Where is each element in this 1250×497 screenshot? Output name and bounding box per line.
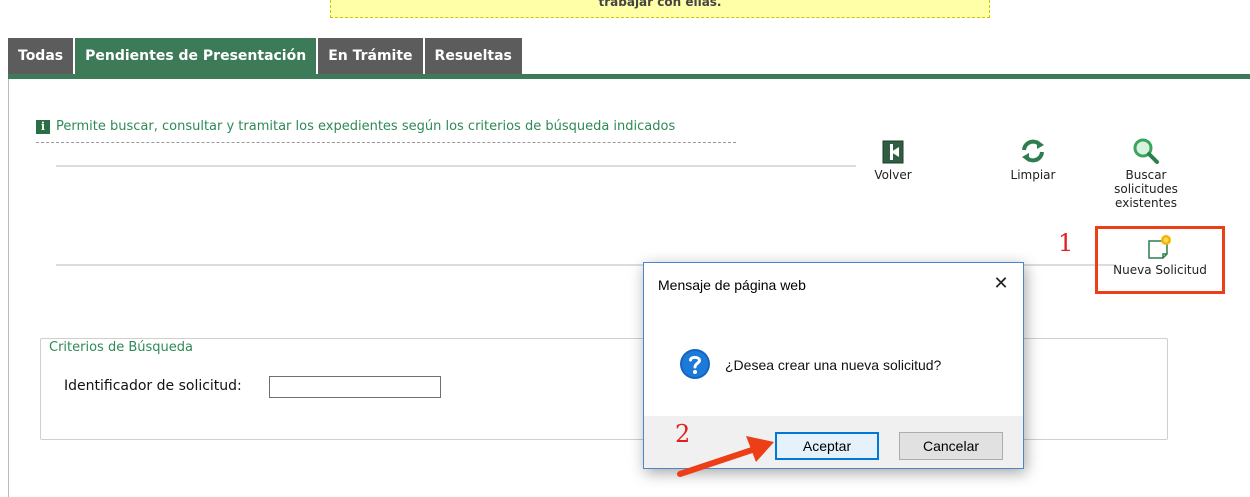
buscar-solicitudes-button[interactable]: Buscar solicitudes existentes: [1096, 134, 1196, 210]
limpiar-button[interactable]: Limpiar: [1000, 134, 1066, 182]
divider: [56, 165, 856, 167]
info-icon: i: [36, 120, 50, 134]
top-notice-banner: trabajar con ellas.: [330, 0, 990, 18]
back-icon: [882, 140, 904, 164]
volver-label: Volver: [874, 168, 912, 182]
info-text: Permite buscar, consultar y tramitar los…: [56, 119, 676, 134]
question-icon: [680, 349, 710, 379]
tab-en-tramite[interactable]: En Trámite: [318, 38, 423, 74]
tab-bar: Todas Pendientes de Presentación En Trám…: [8, 38, 524, 74]
page-border: [8, 79, 9, 497]
volver-button[interactable]: Volver: [868, 134, 918, 182]
tab-underline: [8, 74, 1250, 79]
id-solicitud-input[interactable]: [269, 376, 441, 398]
dialog-title: Mensaje de página web: [658, 277, 806, 293]
close-icon[interactable]: ✕: [989, 273, 1013, 297]
info-message: i Permite buscar, consultar y tramitar l…: [36, 119, 736, 143]
refresh-icon: [1022, 139, 1044, 163]
nueva-solicitud-label: Nueva Solicitud: [1113, 263, 1207, 277]
id-solicitud-label: Identificador de solicitud:: [64, 378, 242, 394]
limpiar-label: Limpiar: [1010, 168, 1056, 182]
step-1-annotation: 1: [1058, 229, 1074, 257]
tab-todas[interactable]: Todas: [8, 38, 74, 74]
arrow-icon: [677, 436, 774, 477]
nueva-solicitud-button[interactable]: Nueva Solicitud: [1095, 226, 1225, 294]
tab-pendientes-presentacion[interactable]: Pendientes de Presentación: [75, 38, 317, 74]
magnifier-icon: [1133, 138, 1159, 164]
tab-resueltas[interactable]: Resueltas: [424, 38, 522, 74]
buscar-label: Buscar solicitudes existentes: [1114, 168, 1178, 210]
search-criteria-legend: Criterios de Búsqueda: [46, 340, 196, 355]
dialog-message: ¿Desea crear una nueva solicitud?: [725, 357, 942, 373]
new-document-icon: [1148, 235, 1171, 259]
aceptar-button[interactable]: Aceptar: [775, 432, 879, 460]
cancelar-button[interactable]: Cancelar: [899, 432, 1003, 460]
